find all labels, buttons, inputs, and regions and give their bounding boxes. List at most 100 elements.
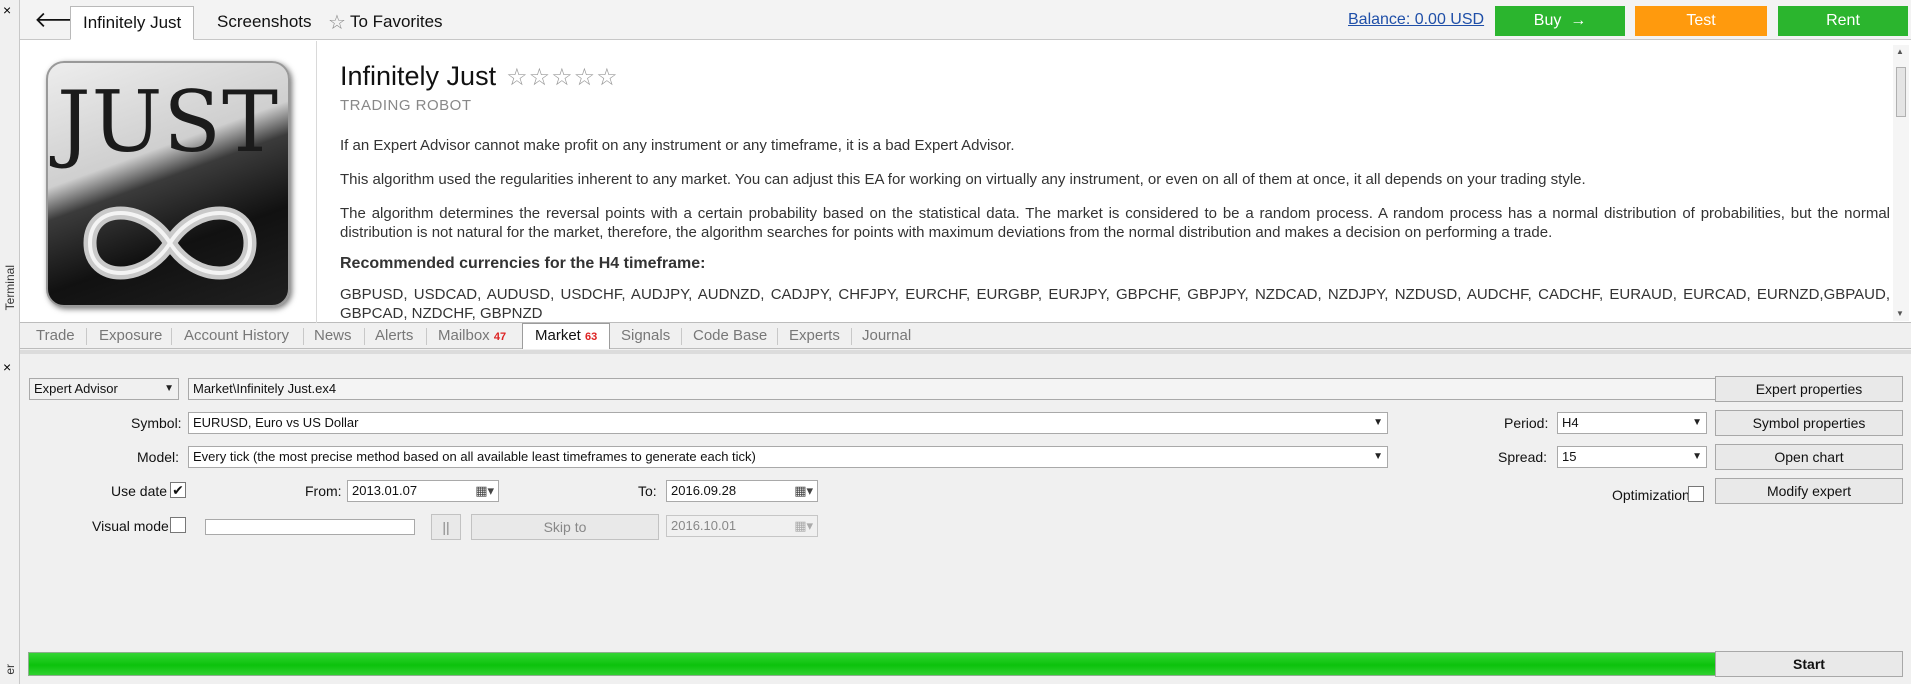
recommended-heading: Recommended currencies for the H4 timefr… xyxy=(340,255,706,272)
tab-separator xyxy=(681,328,682,345)
product-subtitle: TRADING ROBOT xyxy=(340,97,472,114)
optimization-checkbox[interactable] xyxy=(1688,486,1704,502)
tab-alerts[interactable]: Alerts xyxy=(375,327,413,345)
tab-exposure[interactable]: Exposure xyxy=(99,327,162,345)
description-scrollbar[interactable]: ▲ ▼ xyxy=(1893,45,1909,321)
use-date-label: Use date xyxy=(111,483,168,499)
model-label: Model: xyxy=(137,449,180,465)
close-top-icon[interactable]: × xyxy=(3,3,11,17)
visual-speed-slider[interactable] xyxy=(205,519,415,535)
tab-signals[interactable]: Signals xyxy=(621,327,670,345)
test-button[interactable]: Test xyxy=(1635,6,1767,36)
model-value: Every tick (the most precise method base… xyxy=(193,449,756,464)
use-date-checkbox[interactable]: ✔ xyxy=(170,482,186,498)
tab-infinitely-just[interactable]: Infinitely Just xyxy=(70,6,195,40)
mailbox-label: Mailbox xyxy=(438,327,490,344)
calendar-icon[interactable]: ▦▾ xyxy=(794,516,813,536)
description-paragraph: The algorithm determines the reversal po… xyxy=(340,205,1890,241)
product-logo: JUST xyxy=(46,61,290,307)
skip-to-date-field[interactable]: 2016.10.01 ▦▾ xyxy=(666,515,818,537)
open-chart-button[interactable]: Open chart xyxy=(1715,444,1903,470)
content-divider xyxy=(316,41,317,323)
market-label: Market xyxy=(535,327,581,344)
skip-to-button[interactable]: Skip to xyxy=(471,514,659,540)
tab-separator xyxy=(426,328,427,345)
visual-mode-label: Visual mode xyxy=(92,518,169,534)
tab-journal[interactable]: Journal xyxy=(862,327,911,345)
tab-market[interactable]: Market 63 xyxy=(522,323,611,349)
buy-label: Buy xyxy=(1533,12,1562,29)
test-progress-bar xyxy=(28,652,1716,676)
chevron-down-icon: ▼ xyxy=(1373,417,1383,428)
rating-stars-icon[interactable]: ☆☆☆☆☆ xyxy=(506,64,619,91)
buy-button[interactable]: Buy → xyxy=(1495,6,1625,36)
start-button[interactable]: Start xyxy=(1715,651,1903,677)
tab-screenshots[interactable]: Screenshots xyxy=(205,6,324,40)
calendar-icon[interactable]: ▦▾ xyxy=(794,481,813,501)
scroll-thumb[interactable] xyxy=(1896,67,1906,117)
scroll-down-icon[interactable]: ▼ xyxy=(1896,309,1904,318)
product-tab-bar: 🡐 Infinitely Just Screenshots ☆ To Favori… xyxy=(20,0,1911,40)
rent-button[interactable]: Rent xyxy=(1778,6,1908,36)
symbol-properties-button[interactable]: Symbol properties xyxy=(1715,410,1903,436)
modify-expert-button[interactable]: Modify expert xyxy=(1715,478,1903,504)
skip-to-date-value: 2016.10.01 xyxy=(671,518,737,533)
symbol-label: Symbol: xyxy=(131,415,182,431)
tab-experts[interactable]: Experts xyxy=(789,327,840,345)
tab-mailbox[interactable]: Mailbox 47 xyxy=(438,327,506,346)
period-select[interactable]: H4 ▼ xyxy=(1557,412,1707,434)
terminal-tab-bar: Trade Exposure Account History News Aler… xyxy=(20,323,1911,349)
logo-text: JUST xyxy=(56,73,280,171)
type-select[interactable]: Expert Advisor ▼ xyxy=(29,378,179,400)
expert-path-value: Market\Infinitely Just.ex4 xyxy=(193,381,337,396)
to-date-value: 2016.09.28 xyxy=(671,483,737,498)
market-product-window: 🡐 Infinitely Just Screenshots ☆ To Favori… xyxy=(20,0,1911,323)
to-date-field[interactable]: 2016.09.28 ▦▾ xyxy=(666,480,818,502)
tab-to-favorites[interactable]: ☆ To Favorites xyxy=(316,6,455,40)
market-count-badge: 63 xyxy=(585,331,598,343)
currencies-list: GBPUSD, USDCAD, AUDUSD, USDCHF, AUDJPY, … xyxy=(340,286,1890,321)
chevron-down-icon: ▼ xyxy=(164,383,174,394)
spread-value: 15 xyxy=(1562,449,1577,464)
progress-fill xyxy=(29,653,1715,675)
tab-separator xyxy=(171,328,172,345)
from-date-field[interactable]: 2013.01.07 ▦▾ xyxy=(347,480,499,502)
left-dock-strip: × Terminal × er xyxy=(0,0,20,684)
visual-mode-checkbox[interactable] xyxy=(170,517,186,533)
period-value: H4 xyxy=(1562,415,1579,430)
product-description: Infinitely Just ☆☆☆☆☆ TRADING ROBOT If an… xyxy=(340,59,1890,321)
tab-separator xyxy=(86,328,87,345)
symbol-select[interactable]: EURUSD, Euro vs US Dollar ▼ xyxy=(188,412,1388,434)
tab-trade[interactable]: Trade xyxy=(36,327,75,345)
chevron-down-icon: ▼ xyxy=(1692,417,1702,428)
tab-separator xyxy=(364,328,365,345)
from-date-value: 2013.01.07 xyxy=(352,483,418,498)
symbol-value: EURUSD, Euro vs US Dollar xyxy=(193,415,359,430)
tab-code-base[interactable]: Code Base xyxy=(693,327,767,345)
balance-link[interactable]: Balance: 0.00 USD xyxy=(1348,11,1484,29)
arrow-right-icon: → xyxy=(1570,12,1587,29)
calendar-icon[interactable]: ▦▾ xyxy=(475,481,494,501)
expert-select[interactable]: Market\Infinitely Just.ex4▼ xyxy=(188,378,1730,400)
mt4-window: × Terminal × er 🡐 Infinitely Just Screen… xyxy=(0,0,1911,684)
tab-separator xyxy=(303,328,304,345)
pause-button[interactable]: || xyxy=(431,514,461,540)
period-label: Period: xyxy=(1504,415,1549,431)
spread-select[interactable]: 15 ▼ xyxy=(1557,446,1707,468)
mailbox-count-badge: 47 xyxy=(493,331,507,343)
back-button[interactable]: 🡐 xyxy=(34,8,93,34)
close-bottom-icon[interactable]: × xyxy=(3,360,11,374)
terminal-label: Terminal xyxy=(3,265,17,311)
tab-news[interactable]: News xyxy=(314,327,352,345)
description-paragraph: If an Expert Advisor cannot make profit … xyxy=(340,137,1015,154)
tab-account-history[interactable]: Account History xyxy=(184,327,289,345)
scroll-up-icon[interactable]: ▲ xyxy=(1896,47,1904,56)
tester-label: er xyxy=(3,664,17,675)
model-select[interactable]: Every tick (the most precise method base… xyxy=(188,446,1388,468)
expert-properties-button[interactable]: Expert properties xyxy=(1715,376,1903,402)
product-content: JUST Infinitely Just ☆☆☆☆☆ TRADING ROBOT … xyxy=(20,41,1911,323)
strategy-tester-panel: Expert Advisor ▼ Market\Infinitely Just.e… xyxy=(20,350,1911,684)
chevron-down-icon: ▼ xyxy=(1692,451,1702,462)
from-label: From: xyxy=(305,483,342,499)
spread-label: Spread: xyxy=(1498,449,1548,465)
